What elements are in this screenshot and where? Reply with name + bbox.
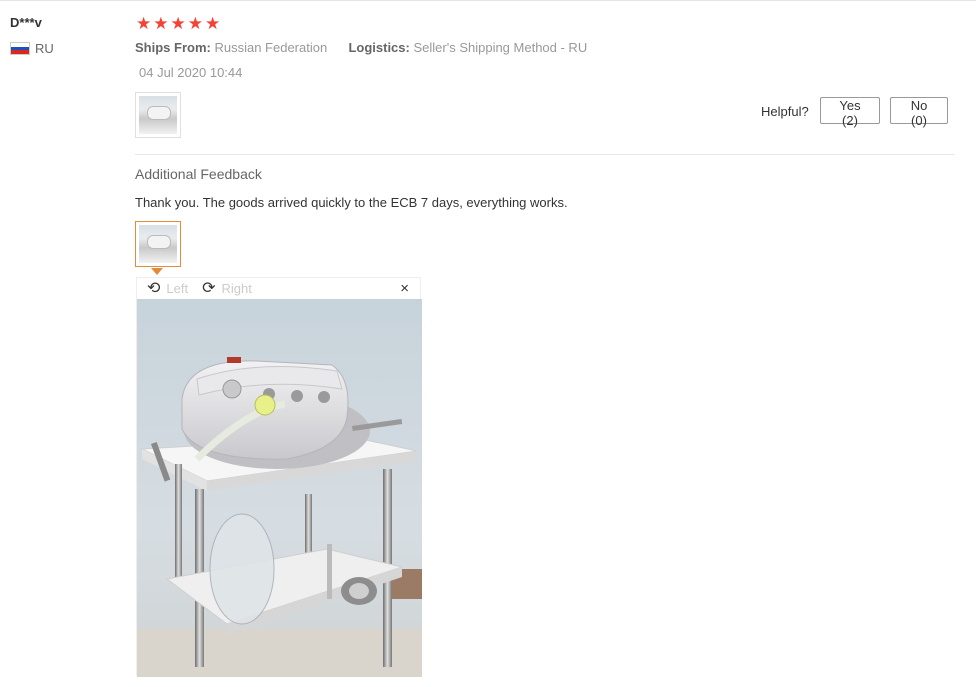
rotate-right-icon[interactable]: ⟳ — [202, 280, 215, 297]
star-icon: ★ — [136, 14, 152, 33]
helpful-yes-button[interactable]: Yes (2) — [820, 97, 880, 128]
additional-feedback-title: Additional Feedback — [135, 166, 262, 182]
helpful-label: Helpful? — [761, 104, 809, 119]
star-icon: ★ — [205, 14, 221, 33]
rotate-left-icon[interactable]: ⟲ — [147, 280, 160, 297]
section-divider — [135, 154, 955, 155]
logistics-label: Logistics: — [348, 40, 410, 55]
country-code: RU — [35, 41, 54, 56]
close-icon[interactable]: × — [400, 280, 409, 297]
photo-viewer: ⟲ Left ⟳ Right × — [136, 277, 422, 677]
rotate-left-button[interactable]: Left — [166, 281, 188, 296]
review-date: 04 Jul 2020 10:44 — [139, 65, 243, 80]
helpful-no-button[interactable]: No (0) — [890, 97, 948, 128]
additional-feedback-text: Thank you. The goods arrived quickly to … — [135, 195, 568, 210]
rotate-right-button[interactable]: Right — [222, 281, 252, 296]
ships-from-value: Russian Federation — [214, 40, 328, 55]
reviewer-country: RU — [10, 41, 54, 56]
shipping-info: Ships From: Russian Federation Logistics… — [135, 40, 587, 55]
star-icon: ★ — [153, 14, 169, 33]
review-photo-thumbnail[interactable] — [135, 92, 181, 138]
star-rating: ★ ★ ★ ★ ★ — [136, 14, 220, 34]
photo-illustration — [137, 299, 422, 677]
additional-photo-thumbnail[interactable] — [135, 221, 181, 267]
logistics-value: Seller's Shipping Method - RU — [413, 40, 588, 55]
ships-from-label: Ships From: — [135, 40, 211, 55]
star-icon: ★ — [170, 14, 186, 33]
active-thumbnail-caret — [151, 268, 163, 275]
russia-flag-icon — [10, 42, 30, 55]
review-photo-large — [137, 299, 422, 677]
top-divider — [0, 0, 976, 1]
reviewer-name: D***v — [10, 15, 42, 30]
photo-viewer-toolbar: ⟲ Left ⟳ Right × — [137, 278, 420, 299]
star-icon: ★ — [187, 14, 203, 33]
